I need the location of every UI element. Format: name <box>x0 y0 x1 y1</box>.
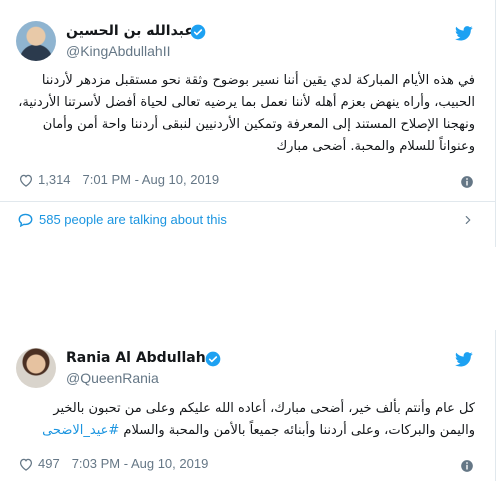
hashtag-link[interactable]: #عيد_الاضحى <box>42 423 119 438</box>
chevron-right-icon[interactable] <box>462 216 474 224</box>
talking-about-text[interactable]: 585 people are talking about this <box>39 212 227 227</box>
display-name[interactable]: Rania Al Abdullah <box>66 350 206 366</box>
timestamp[interactable]: 7:01 PM - Aug 10, 2019 <box>83 172 220 187</box>
twitter-bird-icon[interactable] <box>455 352 473 367</box>
tweet-card-king: عبدالله بن الحسين @KingAbdullahII في هذه… <box>0 0 496 247</box>
like-count[interactable]: 1,314 <box>38 172 71 187</box>
divider <box>0 201 496 202</box>
heart-icon[interactable] <box>18 457 34 471</box>
tweet-card-queen: Rania Al Abdullah @QueenRania كل عام وأن… <box>0 330 496 481</box>
handle[interactable]: @QueenRania <box>66 370 159 386</box>
info-icon[interactable] <box>460 175 474 189</box>
twitter-bird-icon[interactable] <box>455 26 473 41</box>
spacer <box>0 247 498 330</box>
tweet-meta: 1,314 7:01 PM - Aug 10, 2019 <box>18 172 219 187</box>
like-count[interactable]: 497 <box>38 456 60 471</box>
avatar[interactable] <box>16 21 56 61</box>
heart-icon[interactable] <box>18 173 34 187</box>
tweet-text: كل عام وأنتم بألف خير، أضحى مبارك، أعاده… <box>15 398 475 442</box>
tweet-meta: 497 7:03 PM - Aug 10, 2019 <box>18 456 208 471</box>
display-name[interactable]: عبدالله بن الحسين <box>66 23 194 39</box>
tweet-text: في هذه الأيام المباركة لدي يقين أننا نسي… <box>18 73 475 154</box>
talking-about-link[interactable]: 585 people are talking about this <box>18 212 227 227</box>
avatar[interactable] <box>16 348 56 388</box>
handle[interactable]: @KingAbdullahII <box>66 43 171 59</box>
timestamp[interactable]: 7:03 PM - Aug 10, 2019 <box>72 456 209 471</box>
speech-bubble-icon <box>18 213 33 227</box>
info-icon[interactable] <box>460 459 474 473</box>
verified-badge-icon <box>190 24 206 40</box>
verified-badge-icon <box>205 351 221 367</box>
